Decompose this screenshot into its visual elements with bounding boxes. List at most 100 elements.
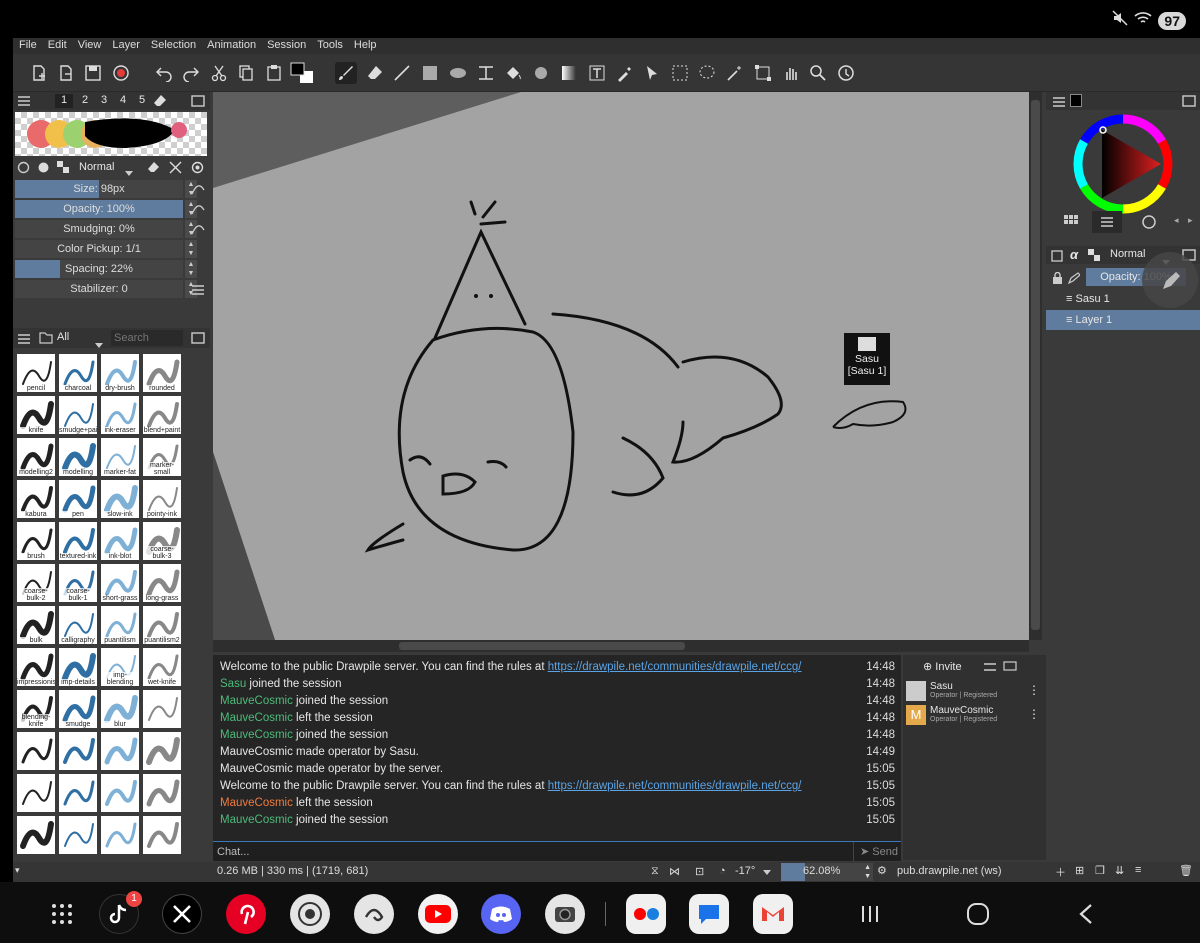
floating-pen-button[interactable] <box>1142 252 1198 308</box>
rotate-lock-icon[interactable]: ⊡ <box>695 865 704 878</box>
gmail-icon[interactable] <box>753 894 793 934</box>
smudge-curve-icon[interactable] <box>191 223 205 241</box>
brush-preset[interactable] <box>59 816 97 854</box>
menu-view[interactable]: View <box>72 38 107 54</box>
brush-preset[interactable]: ink-blot <box>101 522 139 560</box>
wheel-mode-icon[interactable] <box>1142 215 1156 234</box>
recent-apps-icon[interactable] <box>850 894 890 934</box>
messages-icon[interactable] <box>689 894 729 934</box>
menu-help[interactable]: Help <box>348 38 382 54</box>
current-color-swatch[interactable] <box>1070 94 1082 107</box>
brush-preset[interactable] <box>143 774 181 812</box>
chat-username[interactable]: MauveCosmic <box>220 695 293 707</box>
rectangle-tool-icon[interactable] <box>419 62 441 84</box>
stabilizer-slider[interactable]: Stabilizer: 0 <box>15 280 183 298</box>
fill-tool-icon[interactable] <box>502 62 524 84</box>
color-pickup-slider[interactable]: Color Pickup: 1/1 <box>15 240 183 258</box>
user-item-mauvecosmic[interactable]: M MauveCosmic Operator | Registered ⋮ <box>906 705 1044 725</box>
brush-preset[interactable]: brush <box>17 522 55 560</box>
bezier-tool-icon[interactable] <box>475 62 497 84</box>
color-menu-icon[interactable] <box>1052 95 1066 113</box>
brush-preset[interactable] <box>59 774 97 812</box>
camera-icon[interactable] <box>545 894 585 934</box>
brush-preset[interactable]: bulk <box>17 606 55 644</box>
merge-down-icon[interactable]: ⇊ <box>1115 864 1124 877</box>
brush-preset[interactable]: pointy-ink <box>143 480 181 518</box>
float-panel-icon[interactable] <box>191 94 205 113</box>
color-picker-icon[interactable] <box>614 62 636 84</box>
scroll-left-icon[interactable]: ◂ <box>1174 215 1179 226</box>
zoom-field[interactable]: 62.08% ▲ ▼ <box>781 863 873 881</box>
menu-file[interactable]: File <box>13 38 42 54</box>
alpha-lock-icon[interactable]: α <box>1070 247 1078 262</box>
invite-button[interactable]: ⊕ Invite <box>923 660 962 673</box>
brush-filter-select[interactable]: All <box>57 331 69 343</box>
cut-icon[interactable] <box>208 62 230 84</box>
brush-preset[interactable]: pencil <box>17 354 55 392</box>
smudge-tool-icon[interactable] <box>530 62 552 84</box>
home-icon[interactable] <box>958 894 998 934</box>
scroll-right-icon[interactable]: ▸ <box>1188 215 1193 226</box>
brush-preset[interactable]: coarse-bulk-3 <box>143 522 181 560</box>
eraser-tool-icon[interactable] <box>364 62 386 84</box>
open-file-icon[interactable] <box>55 62 77 84</box>
palette-tab-1[interactable]: 1 <box>55 94 73 108</box>
gradient-tool-icon[interactable] <box>558 62 580 84</box>
duplicate-layer-icon[interactable]: ❐ <box>1095 864 1105 877</box>
brush-preset[interactable]: imp-details <box>59 648 97 686</box>
brush-preset[interactable]: marker-small <box>143 438 181 476</box>
redo-icon[interactable] <box>180 62 202 84</box>
brush-preset[interactable]: calligraphy <box>59 606 97 644</box>
record-icon[interactable] <box>110 62 132 84</box>
brush-preset[interactable] <box>101 732 139 770</box>
brush-preset[interactable]: wet-knife <box>143 648 181 686</box>
youtube-edge-icon[interactable] <box>626 894 666 934</box>
undo-icon[interactable] <box>153 62 175 84</box>
brush-preset[interactable]: knife <box>17 396 55 434</box>
vertical-scrollbar[interactable] <box>1029 92 1042 640</box>
rect-select-icon[interactable] <box>669 62 691 84</box>
save-icon[interactable] <box>82 62 104 84</box>
smudging-slider[interactable]: Smudging: 0% <box>15 220 183 238</box>
layer-item-layer-1[interactable]: ≡ Layer 1 <box>1046 310 1200 330</box>
pressure-curve-icon[interactable] <box>191 183 205 201</box>
brush-preset[interactable] <box>143 732 181 770</box>
brush-preset[interactable] <box>59 732 97 770</box>
chat-username[interactable]: MauveCosmic <box>220 814 293 826</box>
round-brush-icon[interactable] <box>37 161 50 179</box>
no-alpha-icon[interactable] <box>169 161 182 179</box>
add-group-icon[interactable]: ⊞ <box>1075 864 1084 877</box>
youtube-icon[interactable] <box>418 894 458 934</box>
transform-tool-icon[interactable] <box>752 62 774 84</box>
app-drawer-icon[interactable] <box>42 894 82 934</box>
brush-preset[interactable]: coarse-bulk-2 <box>17 564 55 602</box>
brush-preset[interactable]: charcoal <box>59 354 97 392</box>
palette-grid-icon[interactable] <box>1064 215 1078 234</box>
brush-preset[interactable]: dry-brush <box>101 354 139 392</box>
chat-username[interactable]: MauveCosmic <box>220 729 293 741</box>
eraser-mode-icon[interactable] <box>147 161 160 179</box>
horizontal-scrollbar[interactable] <box>213 640 1029 652</box>
brush-preset[interactable]: smudge <box>59 690 97 728</box>
user-settings-icon[interactable] <box>983 660 997 678</box>
ellipse-tool-icon[interactable] <box>447 62 469 84</box>
opacity-slider[interactable]: Opacity: 100% <box>15 200 183 218</box>
new-file-icon[interactable] <box>28 62 50 84</box>
brush-preset[interactable]: ink-eraser <box>101 396 139 434</box>
zoom-tool-icon[interactable] <box>807 62 829 84</box>
mirror-icon[interactable]: ⋈ <box>669 865 680 878</box>
brush-preset[interactable]: imp-blending <box>101 648 139 686</box>
palette-tab-5[interactable]: 5 <box>134 94 150 106</box>
stabilizer-menu-icon[interactable] <box>191 283 205 301</box>
delete-layer-icon[interactable]: 🗑 <box>1179 864 1193 877</box>
brush-preset[interactable]: blur <box>101 690 139 728</box>
canvas-viewport[interactable]: Sasu [Sasu 1] <box>213 92 1029 640</box>
filter-chevron-icon[interactable] <box>95 336 103 354</box>
brush-preset[interactable]: rounded <box>143 354 181 392</box>
palette-tab-4[interactable]: 4 <box>115 94 131 106</box>
brush-preset[interactable]: smudge+paint <box>59 396 97 434</box>
brush-preset[interactable]: modelling <box>59 438 97 476</box>
palette-tab-2[interactable]: 2 <box>77 94 93 106</box>
menu-animation[interactable]: Animation <box>201 38 261 54</box>
opacity-curve-icon[interactable] <box>191 203 205 221</box>
